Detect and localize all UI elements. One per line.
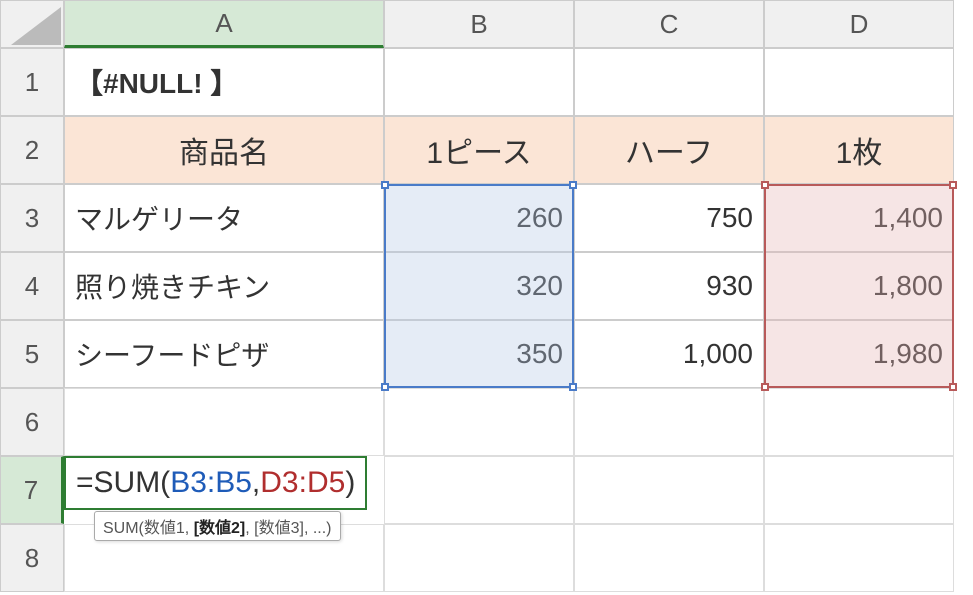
column-header-a[interactable]: A: [64, 0, 384, 48]
cell-d8[interactable]: [764, 524, 954, 592]
cell-a5[interactable]: シーフードピザ: [64, 320, 384, 388]
cell-a4[interactable]: 照り焼きチキン: [64, 252, 384, 320]
function-tooltip[interactable]: SUM(数値1, [数値2], [数値3], ...): [94, 511, 341, 541]
tooltip-sep1: ,: [185, 520, 194, 537]
cell-b1[interactable]: [384, 48, 574, 116]
formula-comma: ,: [252, 466, 260, 500]
formula-range2: D3:D5: [260, 466, 345, 500]
cell-c1[interactable]: [574, 48, 764, 116]
tooltip-arg3[interactable]: [数値3]: [254, 520, 304, 537]
cell-b6[interactable]: [384, 388, 574, 456]
cell-b3[interactable]: 260: [384, 184, 574, 252]
cell-a2[interactable]: 商品名: [64, 116, 384, 184]
cell-c8[interactable]: [574, 524, 764, 592]
tooltip-arg2[interactable]: [数値2]: [194, 520, 246, 537]
cell-a3[interactable]: マルゲリータ: [64, 184, 384, 252]
row-header-5[interactable]: 5: [0, 320, 64, 388]
formula-editor[interactable]: =SUM(B3:B5,D3:D5): [64, 456, 367, 510]
tooltip-sep2: ,: [245, 520, 254, 537]
cell-c2[interactable]: ハーフ: [574, 116, 764, 184]
cell-c5[interactable]: 1,000: [574, 320, 764, 388]
cell-b5[interactable]: 350: [384, 320, 574, 388]
cell-d7[interactable]: [764, 456, 954, 524]
row-header-8[interactable]: 8: [0, 524, 64, 592]
row-header-1[interactable]: 1: [0, 48, 64, 116]
row-header-2[interactable]: 2: [0, 116, 64, 184]
cell-a1[interactable]: 【#NULL! 】: [64, 48, 384, 116]
cell-d2[interactable]: 1枚: [764, 116, 954, 184]
formula-prefix: =SUM(: [76, 466, 170, 500]
cell-d6[interactable]: [764, 388, 954, 456]
cell-d1[interactable]: [764, 48, 954, 116]
column-header-d[interactable]: D: [764, 0, 954, 48]
cell-c4[interactable]: 930: [574, 252, 764, 320]
column-header-c[interactable]: C: [574, 0, 764, 48]
tooltip-fn: SUM(: [103, 520, 144, 537]
cell-b2[interactable]: 1ピース: [384, 116, 574, 184]
row-header-6[interactable]: 6: [0, 388, 64, 456]
select-all-triangle-icon: [11, 7, 61, 45]
tooltip-arg1[interactable]: 数値1: [144, 520, 185, 537]
row-header-3[interactable]: 3: [0, 184, 64, 252]
cell-a6[interactable]: [64, 388, 384, 456]
cell-c7[interactable]: [574, 456, 764, 524]
row-header-7[interactable]: 7: [0, 456, 64, 524]
cell-d4[interactable]: 1,800: [764, 252, 954, 320]
cell-d5[interactable]: 1,980: [764, 320, 954, 388]
cell-b4[interactable]: 320: [384, 252, 574, 320]
cell-d3[interactable]: 1,400: [764, 184, 954, 252]
cell-c3[interactable]: 750: [574, 184, 764, 252]
select-all-corner[interactable]: [0, 0, 64, 48]
row-header-4[interactable]: 4: [0, 252, 64, 320]
formula-range1: B3:B5: [170, 466, 252, 500]
formula-suffix: ): [345, 466, 355, 500]
cell-a7[interactable]: =SUM(B3:B5,D3:D5) SUM(数値1, [数値2], [数値3],…: [64, 456, 384, 524]
tooltip-rest: , ...): [304, 520, 332, 537]
column-header-b[interactable]: B: [384, 0, 574, 48]
cell-b8[interactable]: [384, 524, 574, 592]
cell-b7[interactable]: [384, 456, 574, 524]
cell-c6[interactable]: [574, 388, 764, 456]
